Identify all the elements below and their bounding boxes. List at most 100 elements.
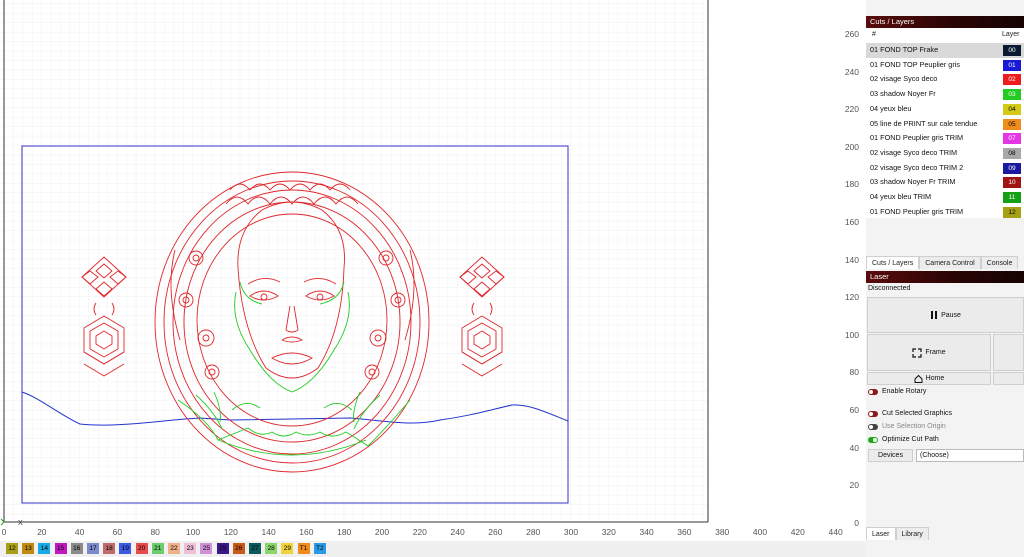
x-tick-label: 240 (450, 527, 465, 537)
layer-row[interactable]: 04 yeux bleu 04 (866, 102, 1024, 117)
x-tick-label: 320 (601, 527, 616, 537)
pause-button[interactable]: Pause (867, 297, 1024, 333)
layer-name: 03 shadow Noyer Fr (870, 89, 936, 99)
x-tick-label: 180 (337, 527, 352, 537)
design-canvas[interactable] (0, 0, 866, 540)
cuts-layers-list[interactable]: # Layer 01 FOND TOP Frake 00 01 FOND TOP P… (866, 28, 1024, 218)
palette-color-chip[interactable]: 19 (119, 543, 132, 554)
layer-name: 02 visage Syco deco (870, 74, 938, 84)
use-selection-origin-toggle[interactable]: Use Selection Origin (868, 422, 946, 432)
palette-color-chip[interactable]: 14 (38, 543, 51, 554)
palette-color-chip[interactable]: 23 (184, 543, 197, 554)
layer-row[interactable]: 05 line de PRINT sur cale tendue 05 (866, 117, 1024, 132)
enable-rotary-toggle[interactable]: Enable Rotary (868, 387, 926, 397)
layer-row[interactable]: 03 shadow Noyer Fr TRIM 10 (866, 175, 1024, 190)
layer-color-swatch[interactable]: 03 (1003, 89, 1021, 101)
y-tick-label: 60 (849, 405, 859, 415)
palette-color-chip[interactable]: 20 (135, 543, 148, 554)
frame-button[interactable]: Frame (867, 334, 991, 371)
y-tick-label: 180 (844, 179, 859, 190)
layer-row[interactable]: 01 FOND Peuplier gris TRIM 12 (866, 205, 1024, 218)
x-tick-label: 200 (374, 527, 390, 537)
palette-color-chip[interactable]: 28 (265, 543, 278, 554)
layer-color-swatch[interactable]: 08 (1003, 147, 1021, 159)
tab-laser[interactable]: Laser (866, 527, 896, 540)
layer-row[interactable]: 02 visage Syco deco TRIM 08 (866, 146, 1024, 161)
palette-color-chip[interactable]: 29 (281, 543, 294, 554)
y-tick-label: 220 (844, 104, 859, 115)
palette-color-chip[interactable]: 12 (6, 543, 18, 554)
layer-name: 04 yeux bleu (870, 103, 912, 113)
layer-color-swatch[interactable]: 04 (1003, 103, 1021, 115)
tab-console[interactable]: Console (980, 256, 1019, 269)
layer-name: 04 yeux bleu TRIM (870, 192, 932, 201)
layer-color-swatch[interactable]: 05 (1003, 118, 1021, 130)
tab-cuts-layers[interactable]: Cuts / Layers (866, 256, 920, 269)
home-icon (914, 374, 923, 383)
home-extra-button[interactable] (993, 372, 1024, 385)
palette-color-chip[interactable]: 25 (200, 543, 213, 554)
palette-color-chip[interactable]: 17 (87, 543, 99, 554)
x-tick-label: 160 (299, 527, 314, 537)
tab-library[interactable]: Library (895, 527, 929, 540)
cut-selected-label: Cut Selected Graphics (882, 410, 953, 417)
x-tick-label: 440 (828, 527, 843, 537)
x-tick-label: 20 (37, 527, 47, 537)
palette-color-chip[interactable]: T2 (313, 543, 326, 554)
frame-extra-button[interactable] (993, 334, 1024, 371)
palette-color-chip[interactable]: 26 (232, 543, 245, 554)
layer-color-swatch[interactable]: 00 (1003, 45, 1021, 56)
palette-color-chip[interactable]: 25 (216, 543, 229, 554)
y-tick-label: 240 (844, 66, 859, 77)
use-selection-origin-label: Use Selection Origin (882, 423, 946, 430)
layer-color-swatch[interactable]: 02 (1003, 74, 1021, 86)
home-button[interactable]: Home (867, 372, 991, 385)
x-tick-label: 100 (185, 527, 201, 537)
layer-row[interactable]: 01 FOND TOP Frake 00 (866, 43, 1024, 58)
tab-camera-control[interactable]: Camera Control (919, 256, 981, 269)
laser-panel-title: Laser (866, 271, 1024, 283)
enable-rotary-label: Enable Rotary (882, 388, 927, 395)
x-tick-label: 140 (261, 527, 276, 537)
pause-label: Pause (941, 311, 961, 319)
frame-label: Frame (925, 349, 946, 356)
x-tick-label: 380 (715, 527, 730, 537)
toggle-switch-icon (868, 437, 878, 443)
palette-color-chip[interactable]: T1 (297, 543, 310, 554)
x-tick-label: 360 (677, 527, 692, 537)
layer-row[interactable]: 02 visage Syco deco 02 (866, 72, 1024, 87)
palette-color-chip[interactable]: 16 (70, 543, 83, 554)
device-select[interactable]: (Choose) (916, 449, 1024, 462)
layer-row[interactable]: 03 shadow Noyer Fr 03 (866, 87, 1024, 102)
top-panel-tabs: Cuts / Layers Camera Control Console (866, 256, 1019, 269)
y-tick-label: 40 (849, 442, 859, 453)
x-tick-label: 80 (150, 527, 160, 537)
y-tick-label: 100 (844, 329, 859, 340)
y-tick-label: 260 (844, 29, 859, 39)
color-palette: 12 13 14 15 16 17 18 19 20 21 22 23 25 25 26 27 28 29 T1 T2 (0, 541, 866, 557)
layer-color-swatch[interactable]: 09 (1003, 162, 1021, 174)
layer-color-swatch[interactable]: 10 (1003, 177, 1021, 189)
layer-color-swatch[interactable]: 07 (1003, 133, 1021, 145)
palette-color-chip[interactable]: 22 (168, 543, 180, 554)
palette-color-chip[interactable]: 27 (249, 543, 261, 554)
palette-color-chip[interactable]: 13 (22, 543, 35, 554)
optimize-cut-path-toggle[interactable]: Optimize Cut Path (868, 435, 939, 445)
y-tick-label: 160 (844, 217, 859, 227)
x-tick-label: 260 (488, 527, 503, 537)
palette-color-chip[interactable]: 15 (54, 543, 67, 554)
devices-button[interactable]: Devices (868, 449, 913, 462)
layer-color-swatch[interactable]: 12 (1003, 206, 1021, 218)
layer-row[interactable]: 02 visage Syco deco TRIM 2 09 (866, 161, 1024, 176)
layer-row[interactable]: 01 FOND TOP Peuplier gris 01 (866, 58, 1024, 73)
cuts-panel-title: Cuts / Layers (866, 16, 1024, 28)
layer-name: 02 visage Syco deco TRIM 2 (870, 162, 964, 172)
layer-row[interactable]: 01 FOND Peuplier gris TRIM 07 (866, 131, 1024, 146)
palette-color-chip[interactable]: 21 (151, 543, 164, 554)
layer-color-swatch[interactable]: 01 (1003, 59, 1021, 71)
y-tick-label: 140 (844, 254, 859, 265)
layer-row[interactable]: 04 yeux bleu TRIM 11 (866, 190, 1024, 205)
palette-color-chip[interactable]: 18 (103, 543, 116, 554)
layer-color-swatch[interactable]: 11 (1003, 192, 1021, 203)
cut-selected-toggle[interactable]: Cut Selected Graphics (868, 409, 952, 419)
